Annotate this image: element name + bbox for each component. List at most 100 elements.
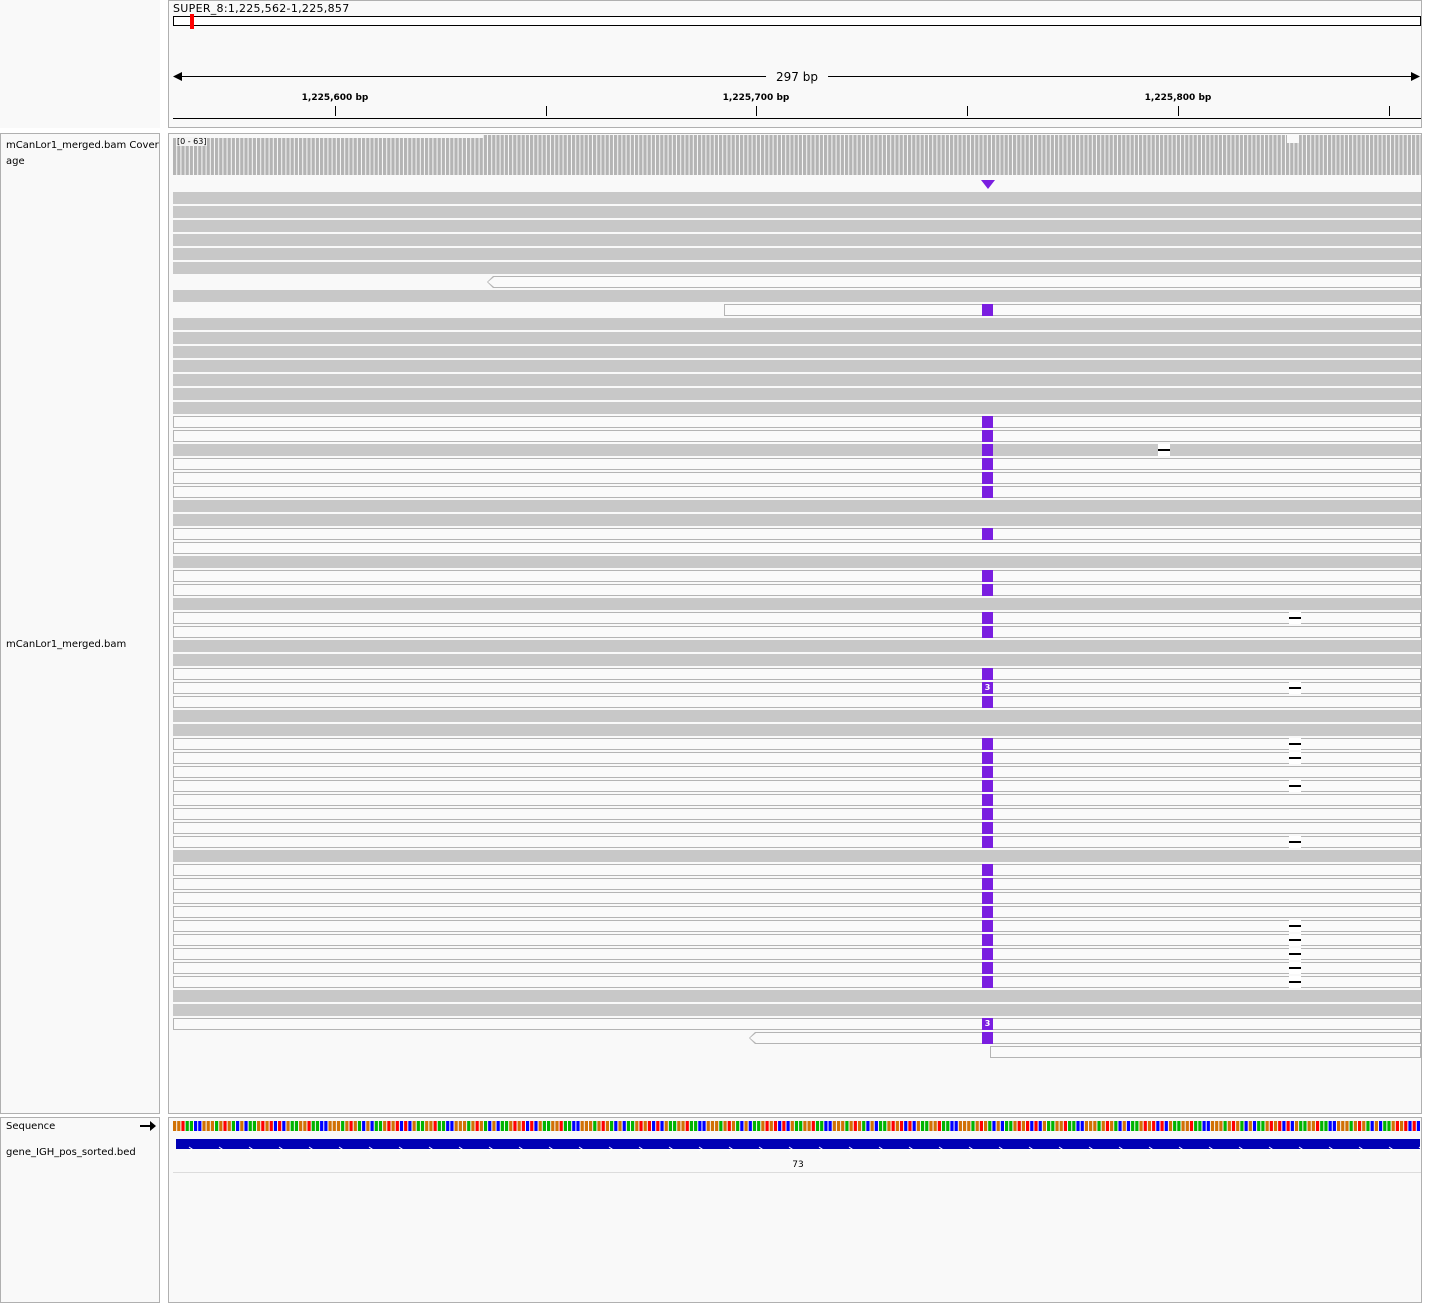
bed-track-name[interactable]: gene_IGH_pos_sorted.bed [6, 1145, 136, 1161]
chromosome-ideogram[interactable] [173, 16, 1421, 26]
read[interactable] [173, 612, 1421, 624]
read[interactable] [173, 668, 1421, 680]
insertion-marker[interactable] [982, 458, 993, 470]
deletion-marker[interactable] [1289, 780, 1301, 792]
read[interactable] [173, 458, 1421, 470]
read[interactable] [173, 724, 1421, 736]
insertion-marker[interactable] [982, 416, 993, 428]
read[interactable] [173, 892, 1421, 904]
read[interactable] [173, 640, 1421, 652]
read[interactable] [173, 808, 1421, 820]
read[interactable] [173, 346, 1421, 358]
read[interactable] [173, 402, 1421, 414]
insertion-marker[interactable] [982, 584, 993, 596]
insertion-marker[interactable] [982, 626, 993, 638]
read[interactable] [173, 1004, 1421, 1016]
read[interactable] [173, 654, 1421, 666]
insertion-marker[interactable] [982, 808, 993, 820]
insertion-count-marker[interactable]: 3 [982, 682, 993, 694]
insertion-marker[interactable] [982, 1032, 993, 1044]
read[interactable] [173, 710, 1421, 722]
read[interactable] [173, 794, 1421, 806]
read[interactable] [173, 948, 1421, 960]
read[interactable] [173, 430, 1421, 442]
insertion-marker[interactable] [982, 486, 993, 498]
read[interactable] [173, 556, 1421, 568]
read[interactable] [173, 332, 1421, 344]
deletion-marker[interactable] [1289, 738, 1301, 750]
read[interactable] [173, 584, 1421, 596]
insertion-marker[interactable] [982, 976, 993, 988]
read[interactable] [173, 234, 1421, 246]
bed-feature[interactable] [176, 1139, 1421, 1152]
insertion-marker[interactable] [982, 962, 993, 974]
insertion-marker[interactable] [982, 794, 993, 806]
read[interactable] [173, 528, 1421, 540]
alignment-name-panel[interactable]: mCanLor1_merged.bam Coverage mCanLor1_me… [0, 133, 160, 1114]
read[interactable] [173, 192, 1421, 204]
insertion-marker[interactable] [982, 920, 993, 932]
read[interactable] [173, 822, 1421, 834]
read[interactable] [173, 486, 1421, 498]
read[interactable] [173, 360, 1421, 372]
feature-name-panel[interactable]: Sequence gene_IGH_pos_sorted.bed [0, 1117, 160, 1303]
read[interactable] [173, 878, 1421, 890]
insertion-marker[interactable] [982, 696, 993, 708]
read[interactable] [173, 836, 1421, 848]
reads-area[interactable]: 33 [173, 134, 1421, 1113]
insertion-marker[interactable] [982, 528, 993, 540]
read[interactable] [173, 220, 1421, 232]
read[interactable] [173, 864, 1421, 876]
read[interactable] [487, 276, 1421, 288]
insertion-marker[interactable] [982, 612, 993, 624]
read[interactable] [173, 934, 1421, 946]
read[interactable] [173, 206, 1421, 218]
insertion-marker[interactable] [982, 304, 993, 316]
read[interactable] [173, 388, 1421, 400]
deletion-marker[interactable] [1289, 612, 1301, 624]
deletion-marker[interactable] [1289, 752, 1301, 764]
read[interactable] [173, 780, 1421, 792]
deletion-marker[interactable] [1289, 920, 1301, 932]
read[interactable] [173, 514, 1421, 526]
ruler-panel[interactable]: SUPER_8:1,225,562-1,225,857 297 bp 1,225… [168, 0, 1422, 128]
read[interactable] [990, 1046, 1421, 1058]
sequence-track[interactable] [173, 1121, 1421, 1131]
read[interactable] [173, 290, 1421, 302]
read[interactable] [173, 850, 1421, 862]
insertion-marker[interactable] [982, 906, 993, 918]
insertion-marker[interactable] [982, 822, 993, 834]
insertion-marker[interactable] [982, 878, 993, 890]
insertion-count-marker[interactable]: 3 [982, 1018, 993, 1030]
deletion-marker[interactable] [1289, 682, 1301, 694]
deletion-marker[interactable] [1289, 934, 1301, 946]
read[interactable] [173, 472, 1421, 484]
insertion-marker[interactable] [982, 948, 993, 960]
insertion-marker[interactable] [982, 752, 993, 764]
deletion-marker[interactable] [1289, 948, 1301, 960]
alignment-track-name[interactable]: mCanLor1_merged.bam [6, 637, 126, 653]
feature-data-panel[interactable]: 73 [168, 1117, 1422, 1303]
insertion-marker[interactable] [982, 864, 993, 876]
alignment-data-panel[interactable]: [0 - 63] 33 [168, 133, 1422, 1114]
insertion-marker[interactable] [982, 766, 993, 778]
read[interactable] [173, 262, 1421, 274]
read[interactable] [173, 570, 1421, 582]
insertion-marker[interactable] [982, 430, 993, 442]
insertion-marker[interactable] [982, 836, 993, 848]
read[interactable] [173, 1018, 1421, 1030]
read[interactable] [173, 626, 1421, 638]
coverage-track-name[interactable]: mCanLor1_merged.bam Coverage [6, 138, 164, 170]
read[interactable] [173, 542, 1421, 554]
deletion-marker[interactable] [1158, 444, 1170, 456]
read[interactable] [173, 696, 1421, 708]
deletion-marker[interactable] [1289, 836, 1301, 848]
read[interactable] [173, 416, 1421, 428]
insertion-marker[interactable] [982, 570, 993, 582]
insertion-marker[interactable] [982, 472, 993, 484]
insertion-marker[interactable] [982, 444, 993, 456]
read[interactable] [173, 962, 1421, 974]
right-arrow-icon[interactable] [140, 1121, 156, 1131]
sequence-track-name[interactable]: Sequence [6, 1119, 55, 1135]
read[interactable] [173, 682, 1421, 694]
